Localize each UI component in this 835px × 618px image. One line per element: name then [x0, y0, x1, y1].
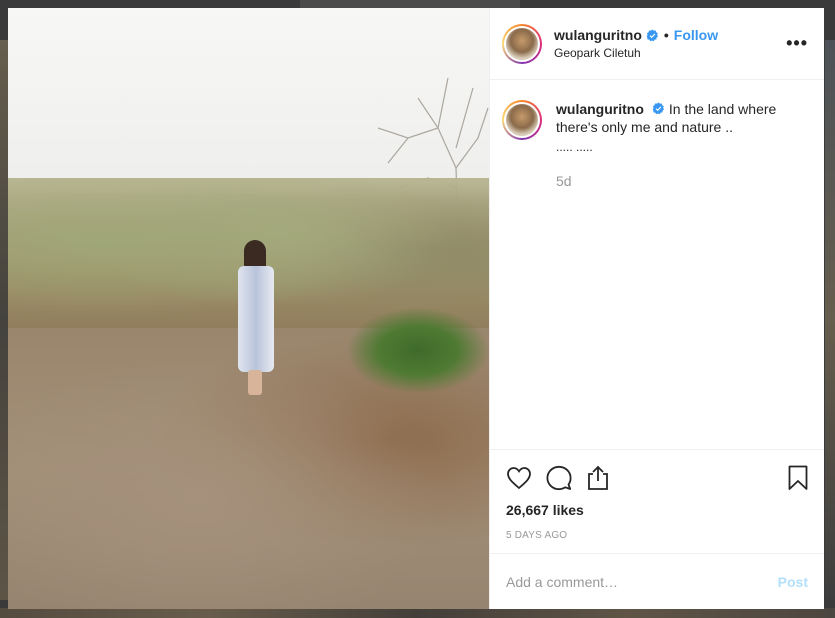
verified-badge-icon: [646, 29, 658, 41]
verified-badge-icon: [652, 102, 664, 115]
person-outfit: [238, 266, 274, 372]
post-timestamp[interactable]: 5 DAYS AGO: [506, 530, 808, 541]
caption-dots: ..... .....: [556, 140, 593, 154]
background-feed-right: [825, 40, 835, 600]
photo-person: [236, 240, 276, 395]
post-photo[interactable]: [8, 8, 489, 609]
caption-body: wulanguritno In the land where there's o…: [556, 100, 786, 190]
likes-count[interactable]: 26,667 likes: [506, 502, 808, 518]
username-link[interactable]: wulanguritno: [554, 27, 642, 43]
post-header: wulanguritno • Follow Geopark Ciletuh ••…: [490, 8, 824, 80]
share-button[interactable]: [586, 458, 626, 498]
post-comment-button[interactable]: Post: [778, 574, 808, 590]
avatar[interactable]: [504, 25, 540, 62]
add-comment-bar: Post: [490, 553, 824, 609]
story-ring[interactable]: [502, 23, 542, 64]
separator-dot: •: [663, 27, 669, 43]
more-options-icon[interactable]: •••: [786, 33, 808, 54]
like-button[interactable]: [506, 458, 546, 498]
photo-bush: [348, 308, 488, 393]
comment-bubble-icon: [546, 465, 572, 491]
post-actions: 26,667 likes 5 DAYS AGO: [490, 449, 824, 541]
caption-story-ring[interactable]: [502, 100, 542, 140]
comment-input[interactable]: [506, 573, 778, 590]
share-icon: [588, 465, 608, 490]
person-legs: [248, 370, 262, 395]
header-text: wulanguritno • Follow Geopark Ciletuh: [554, 27, 786, 60]
action-icons: [506, 458, 808, 498]
caption-username[interactable]: wulanguritno: [556, 101, 644, 117]
post-modal: wulanguritno • Follow Geopark Ciletuh ••…: [8, 8, 824, 609]
bookmark-icon: [788, 465, 808, 490]
background-feed-bottom: [0, 608, 835, 618]
caption-comment: wulanguritno In the land where there's o…: [502, 100, 808, 190]
post-side-panel: wulanguritno • Follow Geopark Ciletuh ••…: [489, 8, 824, 609]
save-button[interactable]: [768, 458, 808, 498]
comments-area: wulanguritno In the land where there's o…: [490, 80, 824, 449]
caption-time[interactable]: 5d: [556, 172, 786, 190]
follow-button[interactable]: Follow: [674, 27, 718, 43]
caption-avatar[interactable]: [504, 102, 540, 138]
location-link[interactable]: Geopark Ciletuh: [554, 46, 786, 60]
header-user-row: wulanguritno • Follow: [554, 27, 786, 43]
background-feed-left: [0, 40, 8, 600]
heart-icon: [507, 467, 531, 490]
comment-button[interactable]: [546, 458, 586, 498]
background-feed-top: [300, 0, 520, 8]
